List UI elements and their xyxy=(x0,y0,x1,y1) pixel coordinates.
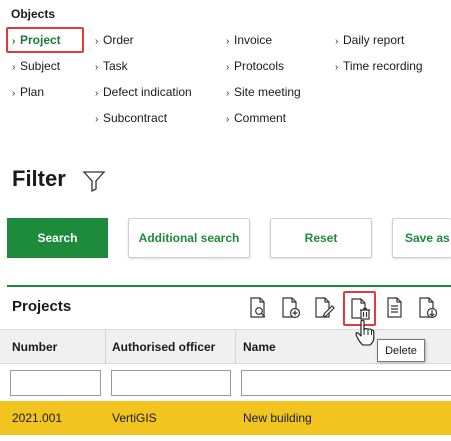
cell-number: 2021.001 xyxy=(12,411,63,425)
objects-item-label: Order xyxy=(103,33,134,47)
column-divider[interactable] xyxy=(235,330,236,365)
section-divider xyxy=(7,285,451,287)
objects-item-order[interactable]: › Order xyxy=(95,33,134,47)
objects-item-label: Comment xyxy=(234,111,287,125)
save-as-button[interactable]: Save as xyxy=(392,218,451,258)
objects-item-label: Invoice xyxy=(234,33,273,47)
objects-item-daily-report[interactable]: › Daily report xyxy=(335,33,404,47)
column-header-number[interactable]: Number xyxy=(12,340,57,354)
objects-item-site-meeting[interactable]: › Site meeting xyxy=(226,85,301,99)
objects-item-protocols[interactable]: › Protocols xyxy=(226,59,284,73)
chevron-right-icon: › xyxy=(95,62,99,73)
number-filter-input[interactable] xyxy=(10,370,101,396)
column-header-authorised-officer[interactable]: Authorised officer xyxy=(112,340,215,354)
objects-item-subcontract[interactable]: › Subcontract xyxy=(95,111,167,125)
objects-item-invoice[interactable]: › Invoice xyxy=(226,33,272,47)
funnel-icon[interactable] xyxy=(82,169,106,198)
objects-item-label: Daily report xyxy=(343,33,405,47)
objects-item-label: Defect indication xyxy=(103,85,192,99)
reset-button[interactable]: Reset xyxy=(270,218,372,258)
document-edit-icon[interactable] xyxy=(310,293,338,323)
authorised-officer-filter-input[interactable] xyxy=(111,370,231,396)
objects-item-task[interactable]: › Task xyxy=(95,59,128,73)
cell-name: New building xyxy=(243,411,312,425)
objects-item-label: Project xyxy=(20,33,61,47)
chevron-right-icon: › xyxy=(226,88,230,99)
objects-item-label: Task xyxy=(103,59,128,73)
chevron-right-icon: › xyxy=(95,88,99,99)
chevron-right-icon: › xyxy=(335,36,339,47)
chevron-right-icon: › xyxy=(95,36,99,47)
projects-heading: Projects xyxy=(12,298,72,315)
objects-item-subject[interactable]: › Subject xyxy=(12,59,60,73)
objects-item-label: Site meeting xyxy=(234,85,301,99)
objects-item-label: Subcontract xyxy=(103,111,168,125)
name-filter-input[interactable] xyxy=(241,370,451,396)
objects-item-label: Subject xyxy=(20,59,61,73)
objects-item-plan[interactable]: › Plan xyxy=(12,85,44,99)
table-row[interactable]: 2021.001 VertiGIS New building xyxy=(0,401,451,435)
document-add-icon[interactable] xyxy=(277,293,305,323)
chevron-right-icon: › xyxy=(12,88,16,99)
objects-item-time-recording[interactable]: › Time recording xyxy=(335,59,423,73)
chevron-right-icon: › xyxy=(12,62,16,73)
objects-heading: Objects xyxy=(11,7,56,21)
document-lines-icon[interactable] xyxy=(381,293,409,323)
additional-search-button[interactable]: Additional search xyxy=(128,218,250,258)
objects-item-label: Plan xyxy=(20,85,45,99)
chevron-right-icon: › xyxy=(95,114,99,125)
chevron-right-icon: › xyxy=(226,36,230,47)
chevron-right-icon: › xyxy=(226,114,230,125)
filter-heading: Filter xyxy=(12,166,66,191)
objects-item-label: Protocols xyxy=(234,59,285,73)
objects-item-project[interactable]: › Project xyxy=(12,33,61,47)
chevron-right-icon: › xyxy=(12,36,16,47)
hand-cursor-icon xyxy=(354,319,376,352)
search-button[interactable]: Search xyxy=(7,218,108,258)
objects-item-label: Time recording xyxy=(343,59,423,73)
column-header-name[interactable]: Name xyxy=(243,340,276,354)
cell-authorised-officer: VertiGIS xyxy=(112,411,157,425)
document-download-icon[interactable] xyxy=(414,293,442,323)
objects-item-comment[interactable]: › Comment xyxy=(226,111,286,125)
delete-tooltip: Delete xyxy=(377,339,425,362)
document-search-icon[interactable] xyxy=(244,293,272,323)
objects-item-defect-indication[interactable]: › Defect indication xyxy=(95,85,192,99)
chevron-right-icon: › xyxy=(335,62,339,73)
chevron-right-icon: › xyxy=(226,62,230,73)
column-divider[interactable] xyxy=(105,330,106,365)
